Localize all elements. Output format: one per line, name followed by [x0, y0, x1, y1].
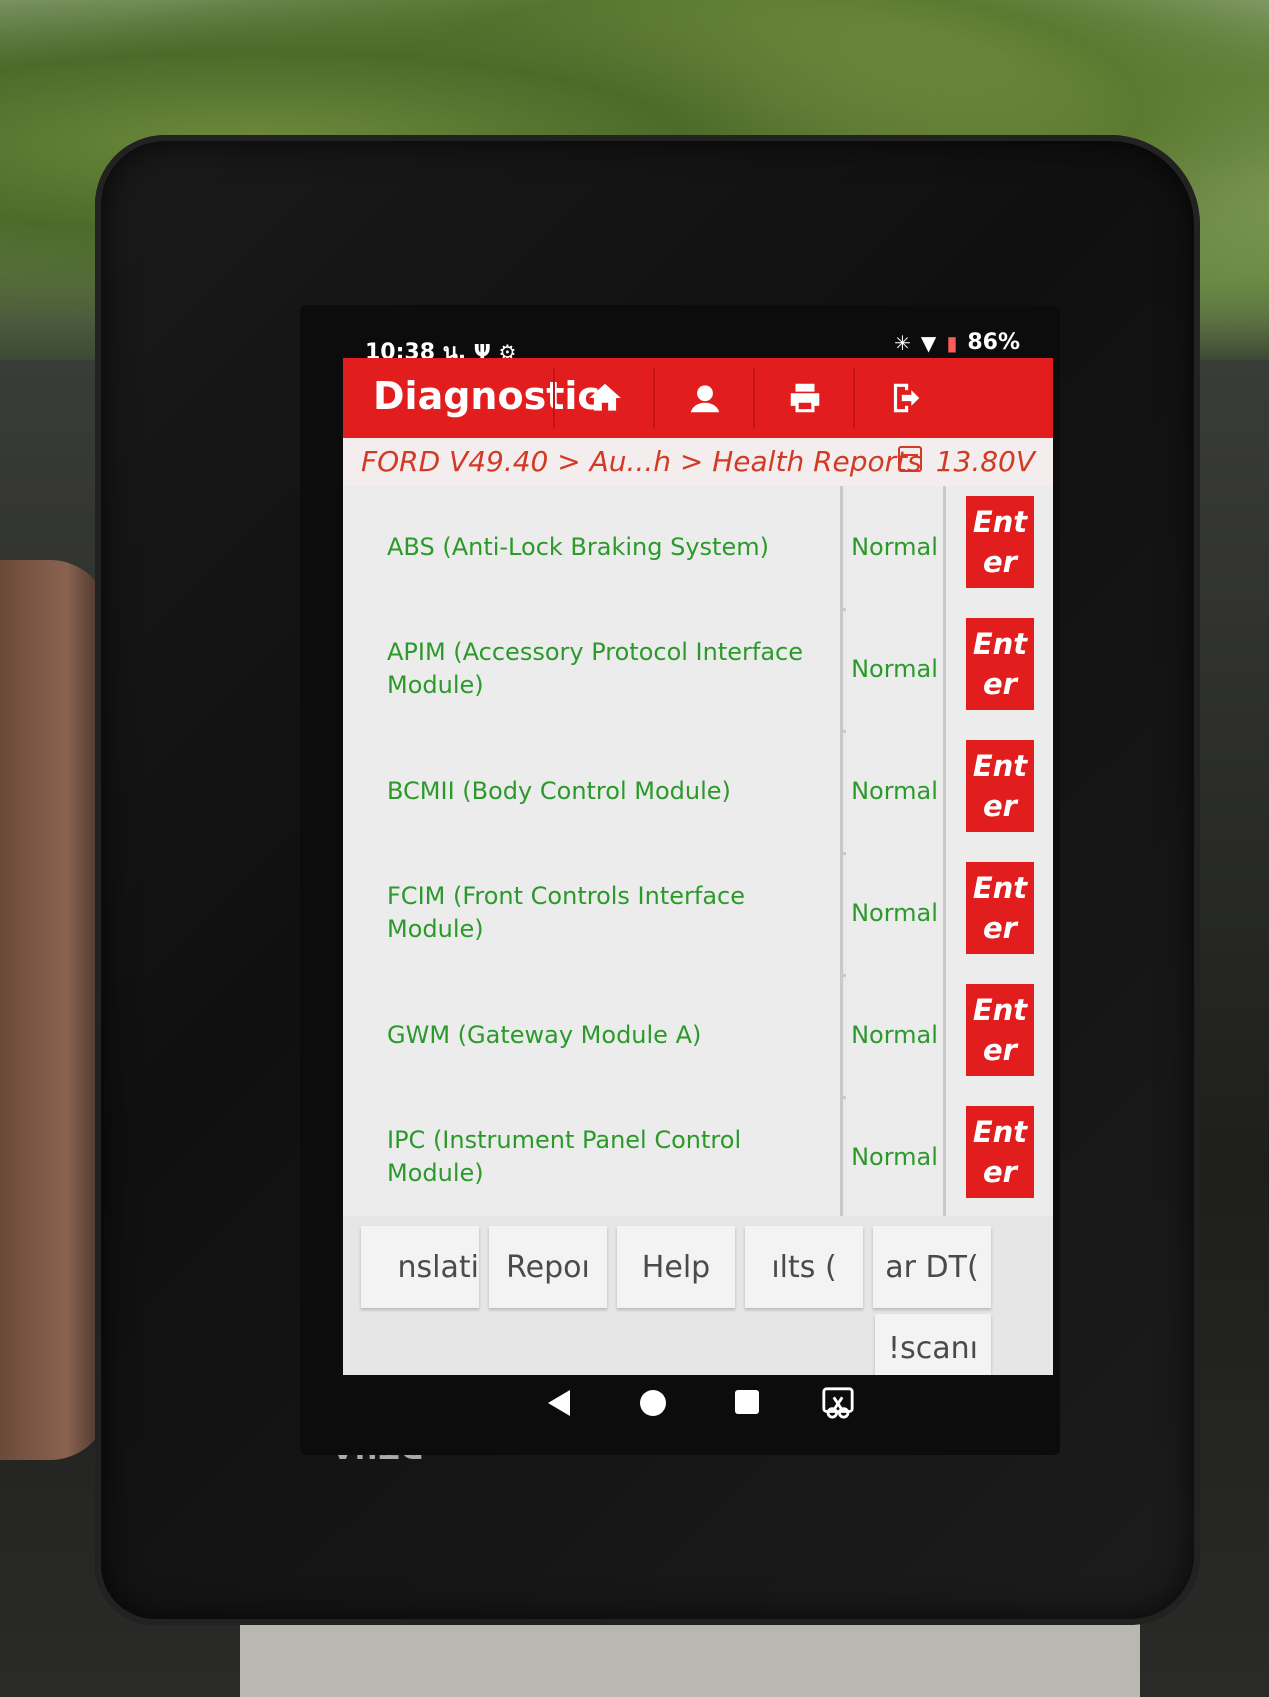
home-circle-icon[interactable]: [640, 1390, 666, 1416]
module-name: APIM (Accessory Protocol Interface Modul…: [343, 608, 843, 730]
module-status: Normal: [846, 730, 946, 852]
battery-icon: ▮: [946, 330, 958, 355]
exit-button[interactable]: [853, 368, 955, 428]
module-list[interactable]: ABS (Anti-Lock Braking System) Normal En…: [343, 486, 1053, 1216]
clear-dtc-button[interactable]: ar DT(: [873, 1226, 991, 1308]
enter-label-line1: Ent: [972, 1115, 1028, 1149]
home-button[interactable]: [553, 368, 655, 428]
status-right: ✳ ▼ ▮ 86%: [894, 330, 1020, 355]
user-support-icon: [690, 385, 720, 413]
home-icon: [589, 383, 621, 411]
calendar-icon[interactable]: [898, 446, 922, 472]
enter-button[interactable]: Ent er: [966, 496, 1034, 588]
module-row: BCMII (Body Control Module) Normal Ent er: [343, 730, 1053, 855]
exit-icon: [893, 383, 920, 413]
recent-apps-icon[interactable]: [735, 1390, 759, 1414]
bluetooth-icon: ✳: [894, 330, 911, 355]
wifi-icon: ▼: [920, 330, 937, 355]
module-name: ABS (Anti-Lock Braking System): [343, 486, 843, 608]
enter-label-line1: Ent: [972, 627, 1028, 661]
floor-mat: [240, 1620, 1140, 1697]
enter-label-line1: Ent: [972, 749, 1028, 783]
enter-button[interactable]: Ent er: [966, 1106, 1034, 1198]
module-name: GWM (Gateway Module A): [343, 974, 843, 1096]
breadcrumb-path[interactable]: FORD V49.40 > Au...h > Health Reports: [361, 438, 922, 486]
battery-percent: 86%: [967, 330, 1020, 355]
battery-voltage: 13.80V: [935, 445, 1035, 478]
module-status: Normal: [846, 486, 946, 608]
module-status: Normal: [846, 852, 946, 974]
enter-button[interactable]: Ent er: [966, 984, 1034, 1076]
enter-label-line1: Ent: [972, 993, 1028, 1027]
enter-button[interactable]: Ent er: [966, 862, 1034, 954]
print-button[interactable]: [753, 368, 855, 428]
results-button[interactable]: ılts (: [745, 1226, 863, 1308]
report-button[interactable]: Repoı: [489, 1226, 607, 1308]
enter-label-line2: er: [983, 667, 1017, 701]
module-name: FCIM (Front Controls Interface Module): [343, 852, 843, 974]
enter-label-line2: er: [983, 911, 1017, 945]
module-status: Normal: [846, 608, 946, 730]
module-row: GWM (Gateway Module A) Normal Ent er: [343, 974, 1053, 1099]
rescan-button[interactable]: !scanı: [875, 1314, 991, 1375]
module-name: BCMII (Body Control Module): [343, 730, 843, 852]
print-icon: [790, 383, 820, 413]
hand: [0, 560, 110, 1460]
module-status: Normal: [846, 1096, 946, 1216]
enter-label-line2: er: [983, 545, 1017, 579]
screenshot-icon[interactable]: [821, 1386, 855, 1420]
module-row: IPC (Instrument Panel Control Module) No…: [343, 1096, 1053, 1216]
module-status: Normal: [846, 974, 946, 1096]
module-row: ABS (Anti-Lock Braking System) Normal En…: [343, 486, 1053, 611]
module-row: FCIM (Front Controls Interface Module) N…: [343, 852, 1053, 977]
bottom-toolbar: nslati Repoı Help ılts ( ar DT( !scanı: [343, 1216, 1053, 1375]
enter-label-line1: Ent: [972, 871, 1028, 905]
enter-label-line2: er: [983, 1155, 1017, 1189]
module-name: IPC (Instrument Panel Control Module): [343, 1096, 843, 1216]
translation-button[interactable]: nslati: [361, 1226, 479, 1308]
back-icon[interactable]: [548, 1390, 570, 1416]
diagnostic-app: Diagnostic FORD V49.40 > Au...h > Health…: [343, 358, 1053, 1375]
enter-button[interactable]: Ent er: [966, 618, 1034, 710]
enter-button[interactable]: Ent er: [966, 740, 1034, 832]
breadcrumb: FORD V49.40 > Au...h > Health Reports 13…: [343, 438, 1053, 486]
user-support-button[interactable]: [653, 368, 755, 428]
module-row: APIM (Accessory Protocol Interface Modul…: [343, 608, 1053, 733]
title-bar: Diagnostic: [343, 358, 1053, 438]
help-button[interactable]: Help: [617, 1226, 735, 1308]
android-nav-bar: [343, 1380, 1053, 1440]
enter-label-line2: er: [983, 1033, 1017, 1067]
enter-label-line2: er: [983, 789, 1017, 823]
enter-label-line1: Ent: [972, 505, 1028, 539]
